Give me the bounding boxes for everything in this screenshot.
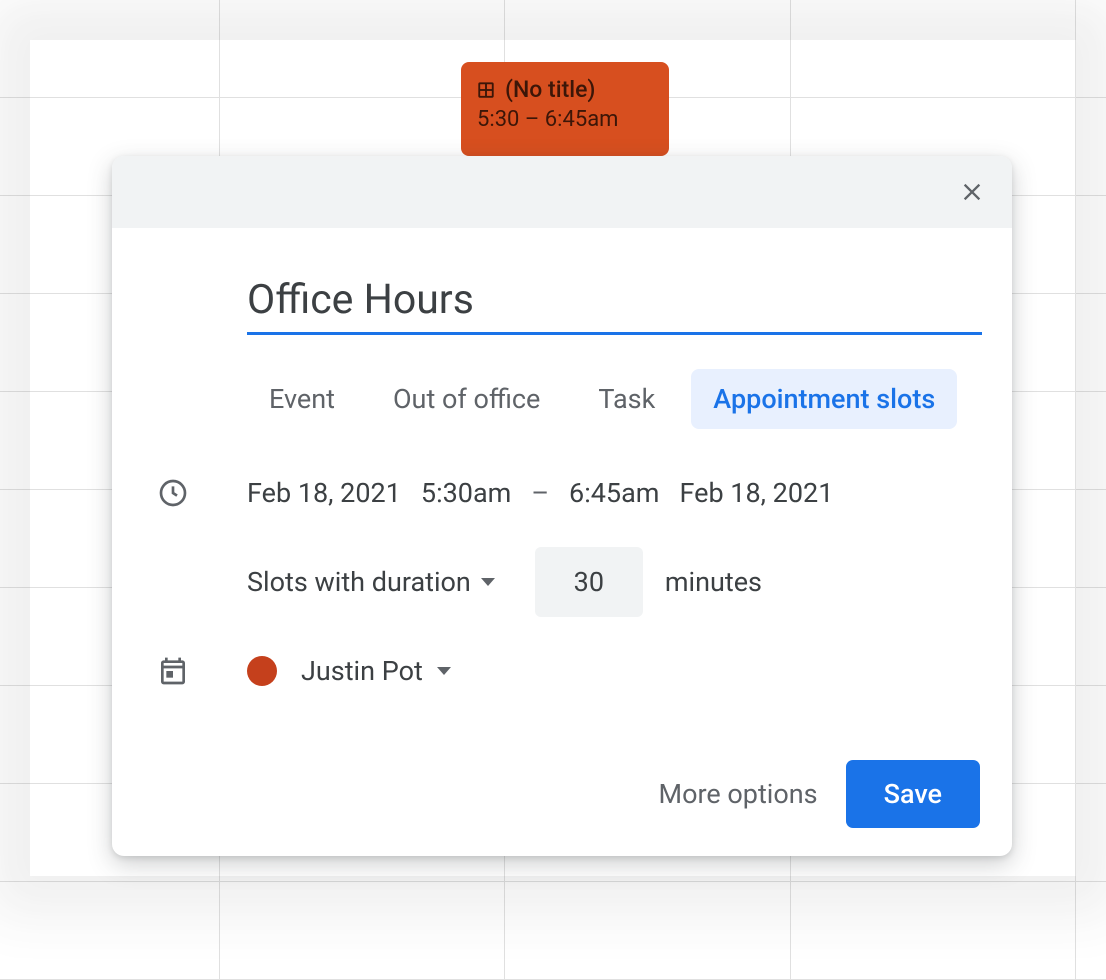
start-date[interactable]: Feb 18, 2021 — [247, 477, 401, 509]
calendar-color-dot — [247, 656, 277, 686]
close-icon — [958, 178, 986, 206]
close-button[interactable] — [954, 174, 990, 210]
end-date[interactable]: Feb 18, 2021 — [679, 477, 833, 509]
save-button[interactable]: Save — [846, 760, 980, 828]
chevron-down-icon — [437, 667, 451, 675]
chevron-down-icon — [481, 578, 495, 586]
tab-appointment-slots[interactable]: Appointment slots — [691, 369, 957, 429]
tab-task[interactable]: Task — [576, 369, 677, 429]
slots-type-dropdown[interactable]: Slots with duration — [247, 566, 495, 598]
event-title: (No title) — [505, 76, 595, 103]
calendar-owner-name: Justin Pot — [301, 655, 423, 687]
time-separator: – — [531, 477, 549, 509]
end-time[interactable]: 6:45am — [569, 477, 659, 509]
appointment-slots-icon — [477, 81, 495, 99]
event-time-range: 5:30 – 6:45am — [477, 107, 657, 132]
calendar-owner-dropdown[interactable]: Justin Pot — [301, 655, 451, 687]
event-create-dialog: Event Out of office Task Appointment slo… — [112, 156, 1012, 856]
tab-out-of-office[interactable]: Out of office — [371, 369, 562, 429]
more-options-button[interactable]: More options — [659, 778, 818, 810]
slots-label: Slots with duration — [247, 566, 471, 598]
clock-icon — [157, 477, 189, 509]
duration-input[interactable] — [535, 547, 643, 617]
tab-event[interactable]: Event — [247, 369, 357, 429]
start-time[interactable]: 5:30am — [421, 477, 511, 509]
duration-unit-label: minutes — [665, 566, 762, 598]
dialog-header — [112, 156, 1012, 228]
event-type-tabs: Event Out of office Task Appointment slo… — [247, 369, 982, 429]
calendar-event-block[interactable]: (No title) 5:30 – 6:45am — [461, 62, 669, 156]
calendar-icon — [157, 655, 189, 687]
title-input[interactable] — [247, 276, 982, 335]
